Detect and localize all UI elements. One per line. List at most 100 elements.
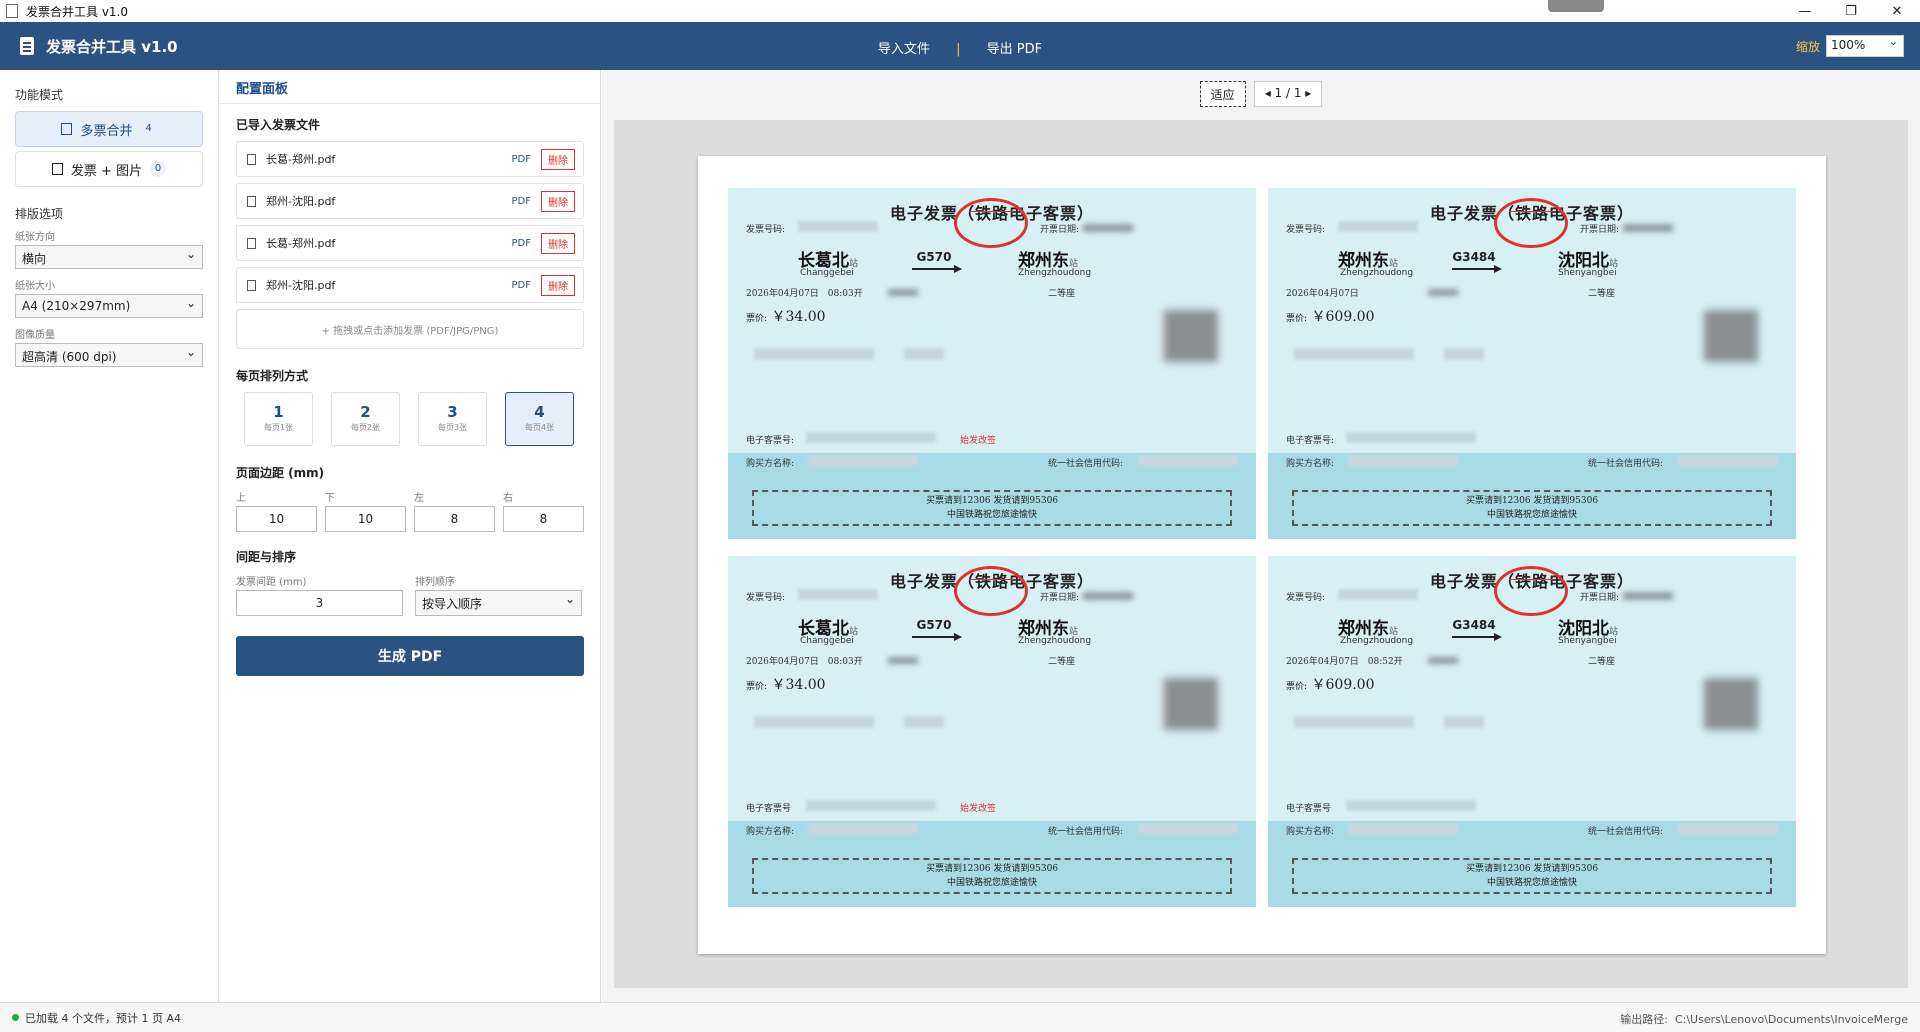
window-controls: — ❐ ✕ (1782, 0, 1920, 22)
preview-canvas[interactable]: 电子发票（铁路电子客票） 发票号码: 开票日期: 长葛北站 Changgebei… (614, 120, 1908, 988)
nav-separator: | (956, 42, 961, 57)
mode-multi-merge-button[interactable]: 多票合并 4 (15, 111, 203, 147)
train-number: G3484 (1452, 618, 1496, 632)
output-path-label: 输出路径: (1620, 1013, 1668, 1026)
per-page-4-button[interactable]: 4 每页4张 (505, 392, 574, 446)
delete-file-button[interactable]: 删除 (541, 274, 575, 296)
mode-invoice-image-button[interactable]: 发票 + 图片 0 (15, 151, 203, 187)
fit-button[interactable]: 适应 (1199, 81, 1246, 107)
file-name: 长葛-郑州.pdf (266, 153, 336, 166)
per-page-1-button[interactable]: 1 每页1张 (244, 392, 313, 446)
margin-left-label: 左 (414, 493, 424, 504)
delete-file-button[interactable]: 删除 (541, 232, 575, 254)
change-badge: 始发改签 (960, 804, 997, 814)
orientation-select[interactable]: 横向 (15, 245, 203, 269)
status-dot (12, 1014, 19, 1021)
direction-arrow (1452, 265, 1502, 273)
zoom-select[interactable]: 100% (1826, 35, 1904, 57)
seal-stamp (1494, 198, 1568, 248)
per-page-3-button[interactable]: 3 每页3张 (418, 392, 487, 446)
document-icon (6, 4, 18, 18)
seal-stamp (954, 566, 1028, 616)
redacted-field (1623, 592, 1673, 600)
per-page-2-button[interactable]: 2 每页2张 (331, 392, 400, 446)
file-icon (247, 279, 256, 291)
file-icon (247, 153, 256, 165)
file-row[interactable]: 长葛-郑州.pdf PDF 删除 (236, 225, 584, 261)
margin-left-input[interactable]: 8 (414, 506, 495, 532)
file-name: 长葛-郑州.pdf (266, 237, 336, 250)
file-dropzone[interactable]: + 拖拽或点击添加发票 (PDF/JPG/PNG) (236, 309, 584, 349)
quality-select[interactable]: 超高清 (600 dpi) (15, 343, 203, 367)
file-name: 郑州-沈阳.pdf (266, 279, 336, 292)
redacted-field (1338, 221, 1418, 232)
file-type: PDF (511, 195, 531, 207)
margin-bottom-input[interactable]: 10 (325, 506, 406, 532)
files-section-title: 已导入发票文件 (236, 118, 321, 132)
seat-class: 二等座 (1588, 657, 1616, 667)
from-pinyin: Zhengzhoudong (1340, 268, 1414, 278)
generate-pdf-button[interactable]: 生成 PDF (236, 636, 584, 676)
redacted-field (1083, 592, 1133, 600)
change-badge: 始发改签 (960, 436, 997, 446)
close-icon[interactable]: ✕ (1874, 0, 1920, 22)
gap-input[interactable]: 3 (236, 590, 403, 616)
invoice-ticket: 电子发票（铁路电子客票） 发票号码: 开票日期: 长葛北站 Changgebei… (728, 188, 1256, 539)
margin-top-input[interactable]: 10 (236, 506, 317, 532)
invoice-no-label: 发票号码: (1286, 225, 1326, 235)
eticket-label: 电子客票号: (746, 436, 795, 446)
per-page-number: 4 (534, 403, 545, 421)
file-type: PDF (511, 237, 531, 249)
redacted-field (808, 455, 918, 466)
redacted-field (1444, 716, 1484, 728)
file-row[interactable]: 长葛-郑州.pdf PDF 删除 (236, 141, 584, 177)
file-icon (247, 237, 256, 249)
to-pinyin: Shenyangbei (1558, 636, 1617, 646)
redacted-field (1623, 224, 1673, 232)
header-nav: 导入文件 | 导出 PDF (0, 38, 1920, 57)
invoice-icon (20, 37, 34, 55)
price: 票价: ￥609.00 (1286, 309, 1375, 325)
margin-title: 页面边距 (mm) (236, 466, 325, 480)
export-pdf-button[interactable]: 导出 PDF (987, 42, 1042, 57)
paper-size-select[interactable]: A4 (210×297mm) (15, 294, 203, 318)
qr-code (1704, 310, 1758, 362)
minimize-icon[interactable]: — (1782, 0, 1828, 22)
file-row[interactable]: 郑州-沈阳.pdf PDF 删除 (236, 267, 584, 303)
spacing-title: 间距与排序 (236, 550, 297, 564)
per-page-number: 2 (360, 403, 371, 421)
delete-file-button[interactable]: 删除 (541, 148, 575, 170)
seat-class: 二等座 (1588, 289, 1616, 299)
file-row[interactable]: 郑州-沈阳.pdf PDF 删除 (236, 183, 584, 219)
orientation-label: 纸张方向 (15, 232, 55, 243)
file-icon (247, 195, 256, 207)
zoom-control: 缩放 100% (1796, 35, 1904, 57)
redacted-field (1348, 823, 1458, 834)
page-navigator[interactable]: ◂ 1 / 1 ▸ (1253, 81, 1323, 107)
per-page-options: 1 每页1张 2 每页2张 3 每页3张 4 每页4张 (244, 392, 584, 446)
margin-right-label: 右 (503, 493, 513, 504)
layout-section-title: 排版选项 (15, 207, 64, 221)
qr-code (1164, 678, 1218, 730)
train-number: G570 (916, 618, 952, 632)
redacted-field (1294, 716, 1414, 728)
per-page-number: 1 (273, 403, 284, 421)
margin-right-input[interactable]: 8 (503, 506, 584, 532)
buyer-label: 购买方名称: (746, 827, 795, 837)
eticket-label: 电子客票号 (1286, 804, 1332, 814)
redacted-field (1348, 455, 1458, 466)
invoice-ticket: 电子发票（铁路电子客票） 发票号码: 开票日期: 长葛北站 Changgebei… (728, 556, 1256, 907)
ticket-notice: 买票请到12306 发货请到95306 中国铁路祝您旅途愉快 (1292, 490, 1772, 526)
maximize-icon[interactable]: ❐ (1828, 0, 1874, 22)
import-files-button[interactable]: 导入文件 (878, 42, 930, 57)
delete-file-button[interactable]: 删除 (541, 190, 575, 212)
invoice-ticket: 电子发票（铁路电子客票） 发票号码: 开票日期: 郑州东站 Zhengzhoud… (1268, 188, 1796, 539)
date-label: 开票日期: (1580, 593, 1620, 603)
redacted-field (1346, 800, 1476, 811)
redacted-field (1428, 289, 1458, 296)
order-select[interactable]: 按导入顺序 (415, 590, 582, 616)
invoice-no-label: 发票号码: (1286, 593, 1326, 603)
app-name: 发票合并工具 v1.0 (46, 37, 178, 56)
date-label: 开票日期: (1040, 593, 1080, 603)
titlebar-widget[interactable] (1548, 0, 1604, 12)
